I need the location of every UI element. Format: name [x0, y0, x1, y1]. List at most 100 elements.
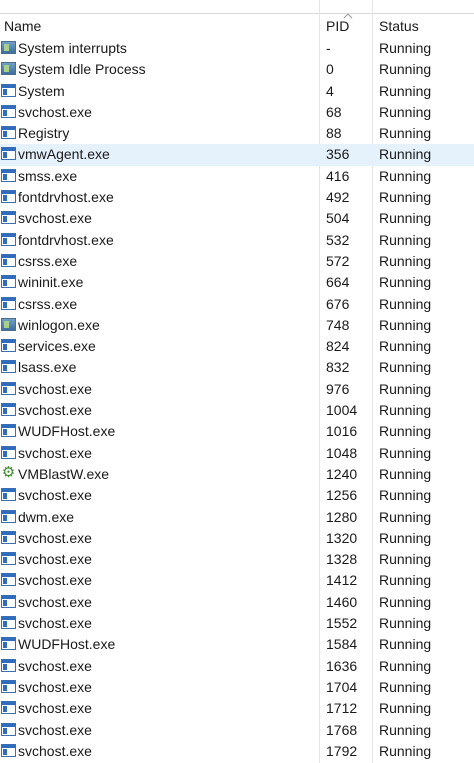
- process-name: System interrupts: [18, 40, 127, 56]
- table-row[interactable]: svchost.exe 1636 Running: [0, 656, 474, 677]
- process-pid: 1328: [326, 551, 358, 568]
- window-icon: [1, 509, 16, 523]
- process-status: Running: [379, 465, 432, 482]
- table-row[interactable]: svchost.exe 976 Running: [0, 379, 474, 400]
- window-icon: [1, 743, 16, 757]
- table-row[interactable]: winlogon.exe 748 Running: [0, 315, 474, 336]
- table-row[interactable]: svchost.exe 1328 Running: [0, 549, 474, 570]
- process-name: svchost.exe: [18, 529, 92, 546]
- process-status: Running: [379, 231, 432, 248]
- process-pid: 1460: [326, 593, 358, 610]
- process-status: Running: [379, 295, 432, 312]
- table-row[interactable]: Registry 88 Running: [0, 123, 474, 144]
- process-status: Running: [379, 103, 432, 120]
- window-icon: [1, 552, 16, 566]
- system-icon: [1, 62, 16, 76]
- table-row[interactable]: svchost.exe 1256 Running: [0, 485, 474, 506]
- process-name: svchost.exe: [18, 657, 92, 674]
- window-icon: [1, 701, 16, 715]
- table-row[interactable]: svchost.exe 1768 Running: [0, 720, 474, 741]
- table-row[interactable]: svchost.exe 1320 Running: [0, 528, 474, 549]
- table-row[interactable]: lsass.exe 832 Running: [0, 357, 474, 378]
- process-pid: 1704: [326, 678, 358, 695]
- process-name: dwm.exe: [18, 508, 75, 525]
- column-header-status[interactable]: Status: [373, 14, 474, 36]
- process-status: Running: [379, 338, 432, 355]
- process-status: Running: [379, 40, 432, 56]
- table-row[interactable]: svchost.exe 1004 Running: [0, 400, 474, 421]
- table-row[interactable]: svchost.exe 68 Running: [0, 102, 474, 123]
- process-name: fontdrvhost.exe: [18, 189, 114, 206]
- table-row[interactable]: System Idle Process 0 Running: [0, 59, 474, 80]
- system-icon: [1, 41, 16, 54]
- table-row[interactable]: svchost.exe 1704 Running: [0, 677, 474, 698]
- window-icon: [1, 424, 16, 438]
- window-icon: [1, 637, 16, 651]
- table-row[interactable]: ⚙ VMBlastW.exe 1240 Running: [0, 464, 474, 485]
- window-icon: [1, 147, 16, 161]
- process-status: Running: [379, 742, 432, 759]
- process-pid: 492: [326, 189, 350, 206]
- process-status: Running: [379, 252, 432, 269]
- table-row[interactable]: svchost.exe 1712 Running: [0, 698, 474, 719]
- process-name: svchost.exe: [18, 742, 92, 759]
- process-name: csrss.exe: [18, 295, 78, 312]
- process-pid: 1280: [326, 508, 358, 525]
- process-status: Running: [379, 700, 432, 717]
- process-list: System interrupts - Running System Idle Pro…: [0, 38, 474, 762]
- process-name: svchost.exe: [18, 700, 92, 717]
- process-name: svchost.exe: [18, 551, 92, 568]
- process-status: Running: [379, 402, 432, 419]
- window-icon: [1, 83, 16, 97]
- table-row[interactable]: csrss.exe 572 Running: [0, 251, 474, 272]
- process-name: smss.exe: [18, 167, 78, 184]
- table-row[interactable]: WUDFHost.exe 1584 Running: [0, 634, 474, 655]
- process-name: System: [18, 82, 65, 99]
- table-row[interactable]: svchost.exe 1048 Running: [0, 443, 474, 464]
- process-status: Running: [379, 210, 432, 227]
- table-row[interactable]: services.exe 824 Running: [0, 336, 474, 357]
- process-name: svchost.exe: [18, 593, 92, 610]
- table-row[interactable]: svchost.exe 1552 Running: [0, 613, 474, 634]
- process-pid: 572: [326, 252, 350, 269]
- process-name: svchost.exe: [18, 678, 92, 695]
- table-row[interactable]: svchost.exe 1792 Running: [0, 741, 474, 762]
- window-icon: [1, 722, 16, 736]
- process-name: wininit.exe: [18, 274, 84, 291]
- table-row[interactable]: smss.exe 416 Running: [0, 166, 474, 187]
- process-status: Running: [379, 61, 432, 78]
- process-name: vmwAgent.exe: [18, 146, 110, 163]
- process-pid: 1320: [326, 529, 358, 546]
- table-row[interactable]: csrss.exe 676 Running: [0, 294, 474, 315]
- table-row[interactable]: wininit.exe 664 Running: [0, 272, 474, 293]
- process-status: Running: [379, 380, 432, 397]
- window-icon: [1, 616, 16, 630]
- window-icon: [1, 381, 16, 395]
- table-row[interactable]: fontdrvhost.exe 532 Running: [0, 230, 474, 251]
- table-row[interactable]: dwm.exe 1280 Running: [0, 507, 474, 528]
- column-header-row: Name PID Status: [0, 14, 474, 36]
- process-status: Running: [379, 316, 432, 333]
- process-name: fontdrvhost.exe: [18, 231, 114, 248]
- process-name: svchost.exe: [18, 444, 92, 461]
- window-icon: [1, 679, 16, 693]
- process-status: Running: [379, 721, 432, 738]
- process-status: Running: [379, 82, 432, 99]
- table-row[interactable]: System interrupts - Running: [0, 38, 474, 59]
- process-status: Running: [379, 189, 432, 206]
- table-row[interactable]: svchost.exe 504 Running: [0, 208, 474, 229]
- column-header-name[interactable]: Name: [0, 14, 319, 36]
- process-status: Running: [379, 423, 432, 440]
- process-status: Running: [379, 508, 432, 525]
- window-icon: [1, 211, 16, 225]
- process-pid: 1636: [326, 657, 358, 674]
- table-row[interactable]: WUDFHost.exe 1016 Running: [0, 421, 474, 442]
- table-row[interactable]: svchost.exe 1412 Running: [0, 570, 474, 591]
- process-pid: 664: [326, 274, 350, 291]
- table-row[interactable]: System 4 Running: [0, 81, 474, 102]
- sort-ascending-icon: [343, 13, 353, 19]
- process-name: winlogon.exe: [18, 316, 100, 333]
- table-row[interactable]: fontdrvhost.exe 492 Running: [0, 187, 474, 208]
- table-row[interactable]: vmwAgent.exe 356 Running: [0, 144, 474, 166]
- table-row[interactable]: svchost.exe 1460 Running: [0, 592, 474, 613]
